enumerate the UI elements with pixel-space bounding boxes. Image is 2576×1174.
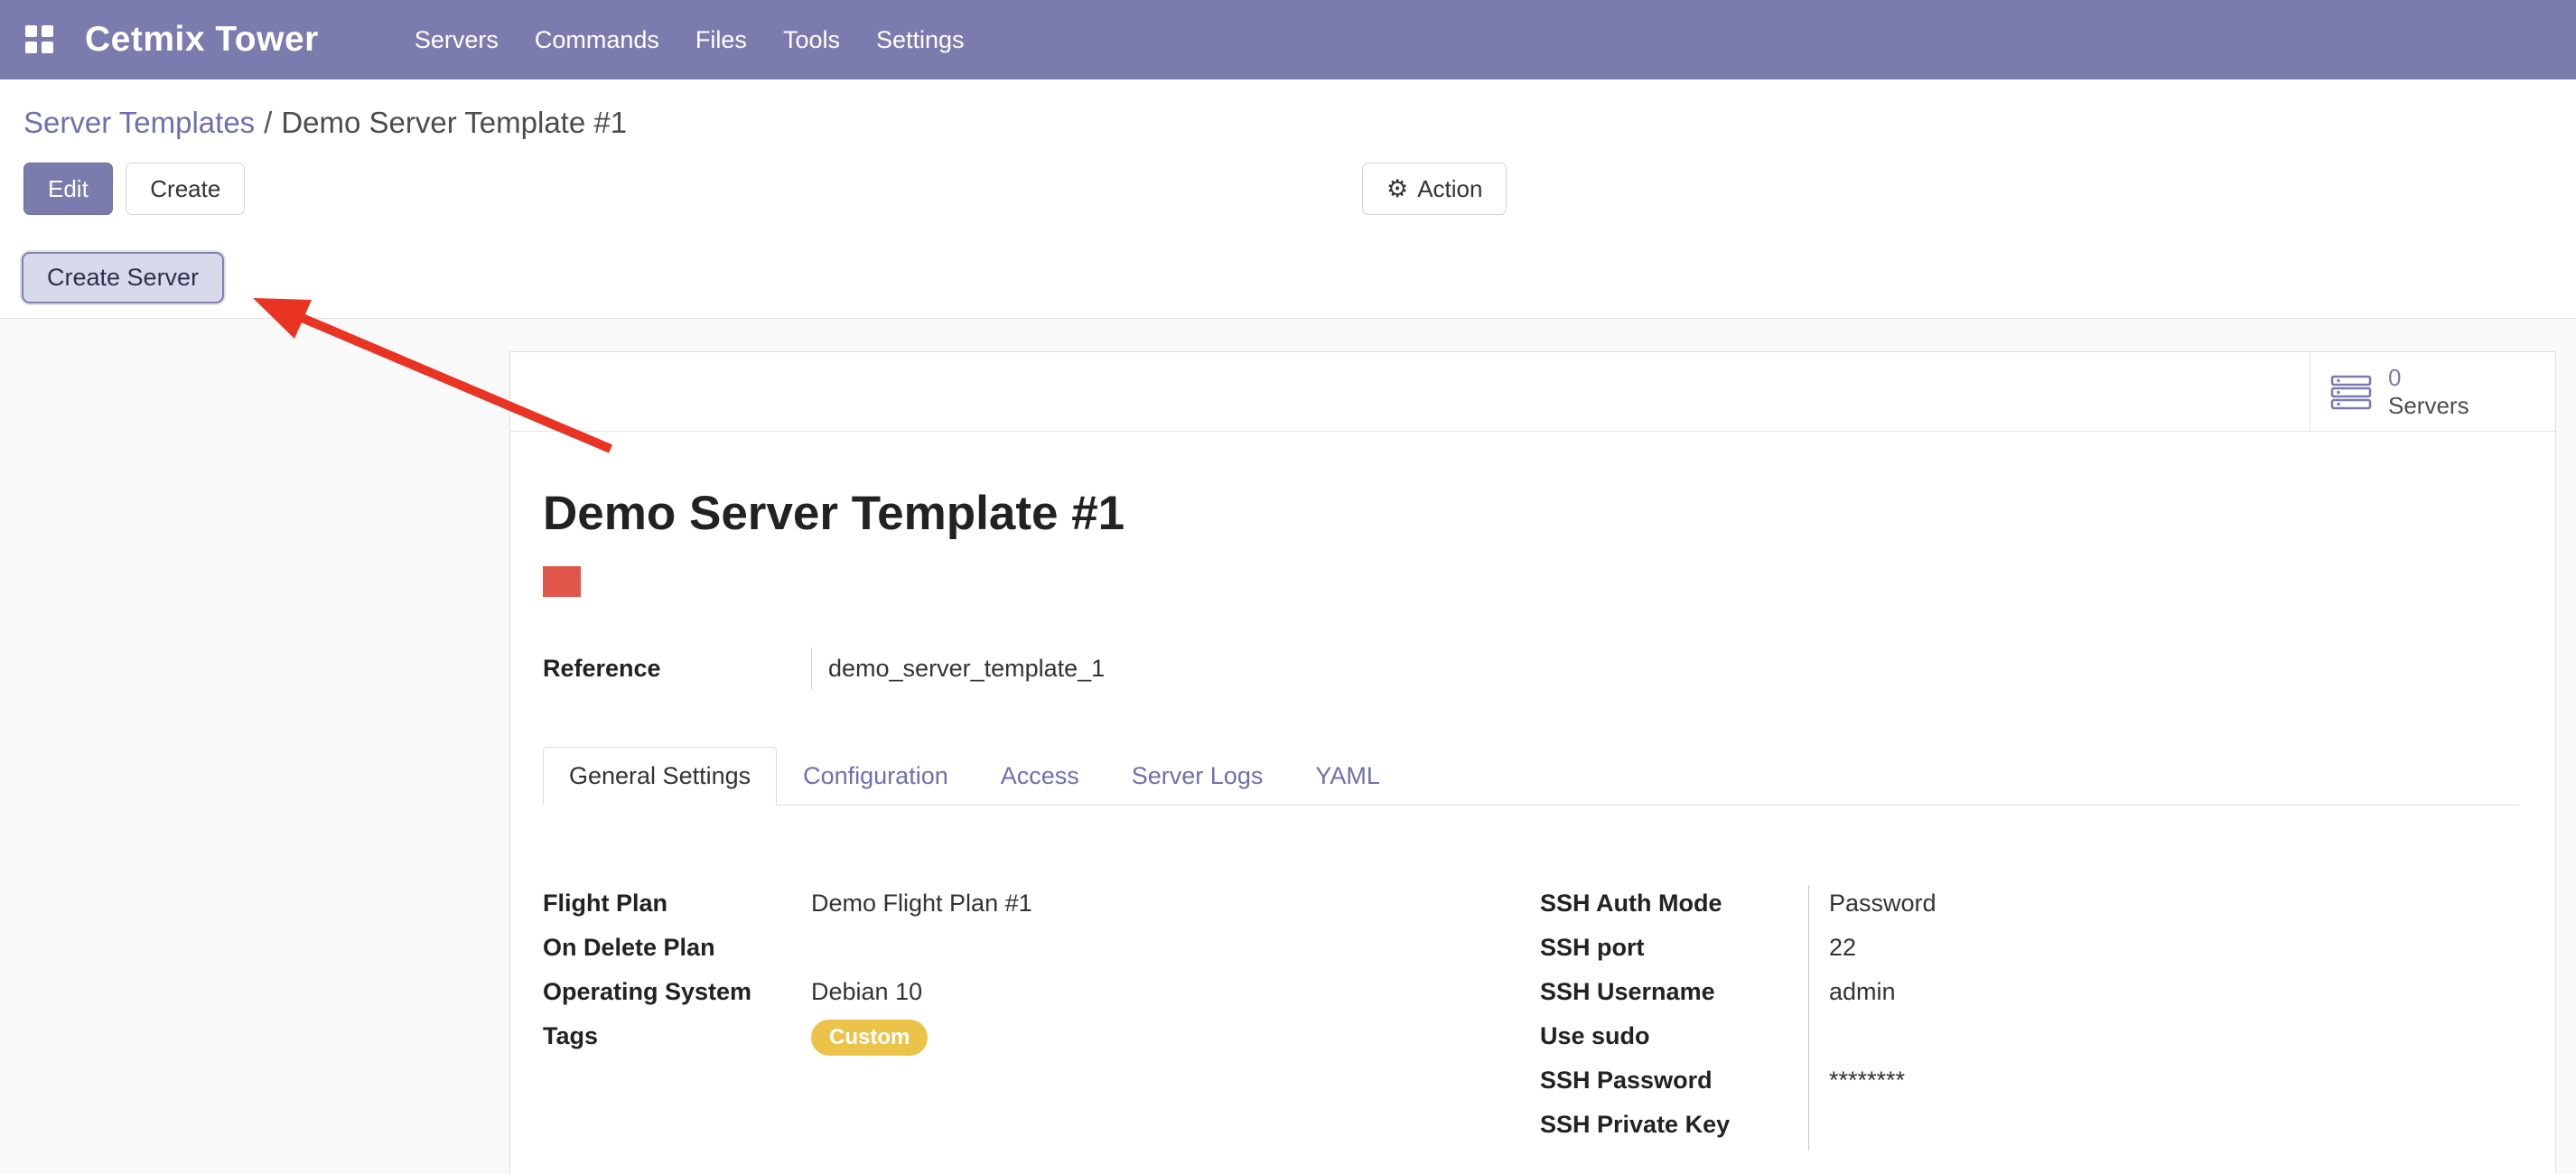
ssh-port-value: 22 bbox=[1808, 929, 2519, 974]
tab-server-logs[interactable]: Server Logs bbox=[1106, 747, 1290, 806]
field-group-left: Flight Plan Demo Flight Plan #1 On Delet… bbox=[543, 885, 1540, 1151]
field-row-ssh-port: SSH port 22 bbox=[1540, 929, 2519, 974]
ssh-password-label: SSH Password bbox=[1540, 1062, 1808, 1098]
ssh-private-key-value bbox=[1808, 1106, 2519, 1151]
tab-access[interactable]: Access bbox=[975, 747, 1106, 806]
create-server-button[interactable]: Create Server bbox=[22, 252, 224, 303]
field-row-flight-plan: Flight Plan Demo Flight Plan #1 bbox=[543, 885, 1540, 929]
menu-item-tools[interactable]: Tools bbox=[765, 14, 858, 67]
statusbar: Create Server bbox=[0, 240, 2576, 319]
field-group-right: SSH Auth Mode Password SSH port 22 SSH U… bbox=[1540, 885, 2519, 1151]
gear-icon: ⚙ bbox=[1386, 175, 1408, 203]
flight-plan-value-link[interactable]: Demo Flight Plan #1 bbox=[811, 885, 1032, 921]
ssh-auth-mode-label: SSH Auth Mode bbox=[1540, 885, 1808, 921]
tags-label: Tags bbox=[543, 1018, 811, 1054]
action-button[interactable]: ⚙ Action bbox=[1362, 163, 1507, 215]
main-menu: Servers Commands Files Tools Settings bbox=[397, 14, 983, 67]
reference-label: Reference bbox=[543, 648, 811, 689]
sheet-body: Demo Server Template #1 Reference demo_s… bbox=[510, 486, 2555, 1174]
menu-item-servers[interactable]: Servers bbox=[397, 14, 517, 67]
field-row-ssh-auth-mode: SSH Auth Mode Password bbox=[1540, 885, 2519, 929]
breadcrumb-current: Demo Server Template #1 bbox=[281, 106, 627, 139]
top-navbar: Cetmix Tower Servers Commands Files Tool… bbox=[0, 0, 2576, 79]
breadcrumb-separator: / bbox=[255, 106, 281, 139]
use-sudo-label: Use sudo bbox=[1540, 1018, 1808, 1054]
servers-stat-label: Servers bbox=[2388, 392, 2469, 420]
ssh-password-value: ******** bbox=[1808, 1062, 2519, 1106]
apps-grid-icon[interactable] bbox=[25, 25, 54, 54]
field-groups: Flight Plan Demo Flight Plan #1 On Delet… bbox=[543, 885, 2519, 1151]
tab-yaml[interactable]: YAML bbox=[1289, 747, 1406, 806]
form-toolbar: Edit Create ⚙ Action bbox=[0, 163, 2576, 217]
record-title: Demo Server Template #1 bbox=[543, 486, 2519, 541]
tab-general-settings[interactable]: General Settings bbox=[543, 747, 777, 806]
header-zone: Server Templates/Demo Server Template #1… bbox=[0, 79, 2576, 319]
breadcrumb: Server Templates/Demo Server Template #1 bbox=[0, 79, 2576, 143]
field-row-ssh-password: SSH Password ******** bbox=[1540, 1062, 2519, 1106]
field-row-on-delete-plan: On Delete Plan bbox=[543, 929, 1540, 974]
tag-badge-custom[interactable]: Custom bbox=[811, 1020, 928, 1056]
field-row-operating-system: Operating System Debian 10 bbox=[543, 974, 1540, 1018]
form-sheet: 0 Servers Demo Server Template #1 Refere… bbox=[509, 351, 2556, 1174]
menu-item-commands[interactable]: Commands bbox=[517, 14, 677, 67]
action-button-label: Action bbox=[1417, 175, 1482, 203]
app-brand[interactable]: Cetmix Tower bbox=[85, 20, 319, 60]
notebook-tabs: General Settings Configuration Access Se… bbox=[543, 747, 2519, 806]
operating-system-value-link[interactable]: Debian 10 bbox=[811, 974, 922, 1010]
ssh-port-label: SSH port bbox=[1540, 929, 1808, 965]
servers-stat-text: 0 Servers bbox=[2388, 364, 2469, 420]
color-picker-swatch[interactable] bbox=[543, 566, 581, 597]
create-button[interactable]: Create bbox=[126, 163, 245, 215]
tab-configuration[interactable]: Configuration bbox=[777, 747, 975, 806]
field-row-tags: Tags Custom bbox=[543, 1018, 1540, 1062]
ssh-auth-mode-value: Password bbox=[1808, 885, 2519, 929]
content-area: 0 Servers Demo Server Template #1 Refere… bbox=[0, 319, 2576, 1174]
field-row-ssh-username: SSH Username admin bbox=[1540, 974, 2519, 1018]
breadcrumb-parent-link[interactable]: Server Templates bbox=[23, 106, 255, 139]
menu-item-files[interactable]: Files bbox=[677, 14, 765, 67]
on-delete-plan-label: On Delete Plan bbox=[543, 929, 811, 965]
servers-stat-value: 0 bbox=[2388, 364, 2469, 392]
use-sudo-value bbox=[1808, 1018, 2519, 1062]
stat-button-box: 0 Servers bbox=[510, 352, 2555, 432]
flight-plan-label: Flight Plan bbox=[543, 885, 811, 921]
ssh-private-key-label: SSH Private Key bbox=[1540, 1106, 1808, 1142]
edit-button[interactable]: Edit bbox=[23, 163, 113, 215]
servers-stat-icon bbox=[2330, 374, 2374, 410]
field-row-use-sudo: Use sudo bbox=[1540, 1018, 2519, 1062]
ssh-username-label: SSH Username bbox=[1540, 974, 1808, 1010]
field-row-ssh-private-key: SSH Private Key bbox=[1540, 1106, 2519, 1151]
servers-stat-button[interactable]: 0 Servers bbox=[2310, 352, 2555, 431]
menu-item-settings[interactable]: Settings bbox=[858, 14, 983, 67]
reference-field-row: Reference demo_server_template_1 bbox=[543, 648, 2519, 689]
reference-value: demo_server_template_1 bbox=[812, 648, 1105, 689]
operating-system-label: Operating System bbox=[543, 974, 811, 1010]
ssh-username-value: admin bbox=[1808, 974, 2519, 1018]
